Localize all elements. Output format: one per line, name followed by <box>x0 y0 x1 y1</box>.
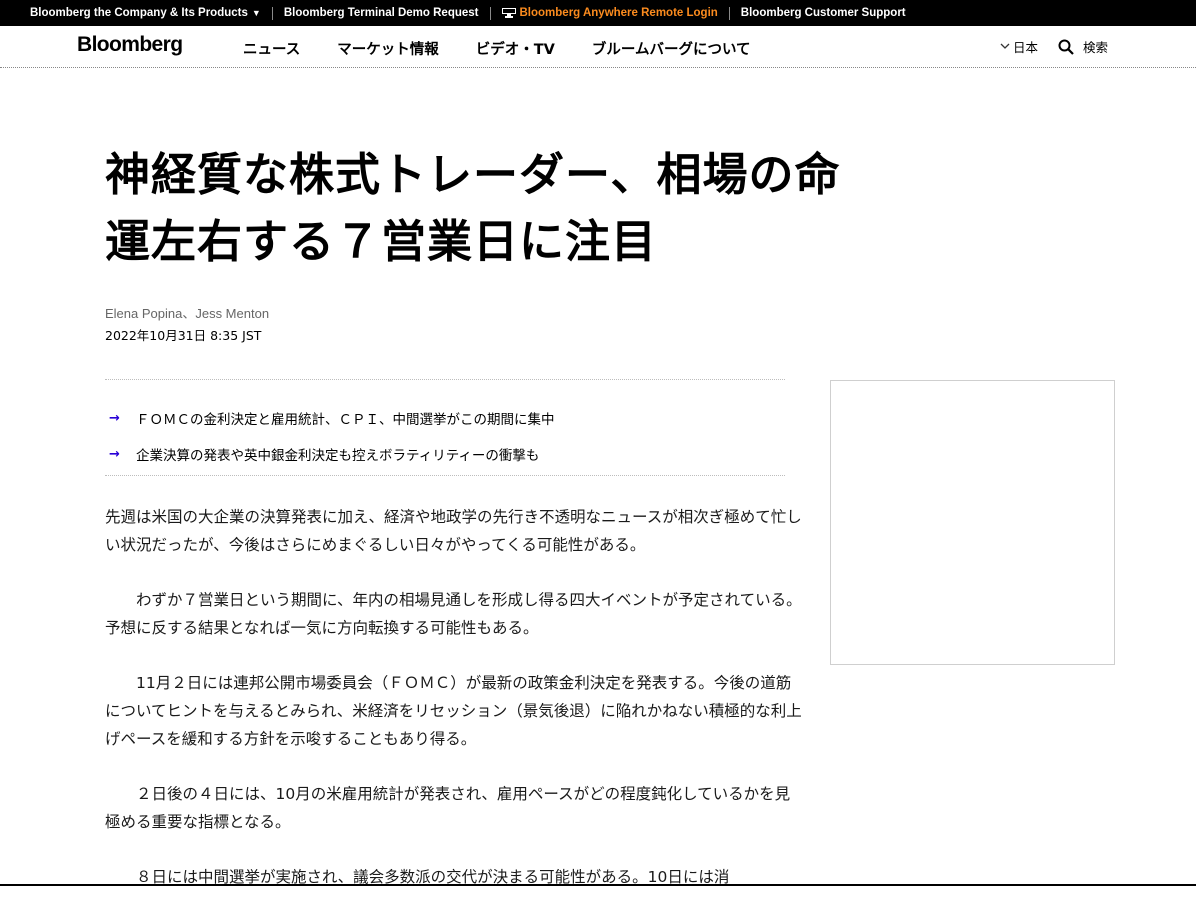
terminal-demo-link[interactable]: Bloomberg Terminal Demo Request <box>284 7 479 19</box>
headline-line: 運左右する７営業日に注目 <box>105 215 658 268</box>
search-icon <box>1058 39 1074 55</box>
article-body: 先週は米国の大企業の決算発表に加え、経済や地政学の先行き不透明なニュースが相次ぎ… <box>105 503 805 918</box>
anywhere-login-label: Bloomberg Anywhere Remote Login <box>519 7 718 19</box>
nav-links: ニュース マーケット情報 ビデオ・TV ブルームバーグについて <box>243 38 788 59</box>
article-paragraph: ８日には中間選挙が実施され、議会多数派の交代が決まる可能性がある。10日には消 <box>105 868 730 886</box>
nav-item-about[interactable]: ブルームバーグについて <box>592 38 751 59</box>
article-authors: Elena Popina、Jess Menton <box>105 306 270 321</box>
nav-item-news[interactable]: ニュース <box>243 38 300 59</box>
article-paragraph: 11月２日には連邦公開市場委員会（ＦＯＭＣ）が最新の政策金利決定を発表する。今後… <box>105 674 802 748</box>
arrow-right-icon: → <box>109 446 120 462</box>
bloomberg-logo[interactable]: Bloomberg <box>77 33 183 57</box>
summary-text: ＦＯＭＣの金利決定と雇用統計、ＣＰＩ、中間選挙がこの期間に集中 <box>136 412 555 428</box>
article-paragraph: ２日後の４日には、10月の米雇用統計が発表され、雇用ペースがどの程度鈍化している… <box>105 785 791 831</box>
summary-item: → 企業決算の発表や英中銀金利決定も控えボラティリティーの衝撃も <box>105 436 785 472</box>
nav-item-markets[interactable]: マーケット情報 <box>337 38 439 59</box>
divider <box>271 6 273 20</box>
article-headline: 神経質な株式トレーダー、相場の命 運左右する７営業日に注目 <box>105 141 1025 275</box>
nav-item-video-tv[interactable]: ビデオ・TV <box>476 38 555 59</box>
article-paragraph: わずか７営業日という期間に、年内の相場見通しを形成し得る四大イベントが予定されて… <box>105 591 802 637</box>
ad-placeholder <box>830 380 1115 665</box>
terminal-icon <box>501 8 516 18</box>
utility-bar: Bloomberg the Company & Its Products ▼ B… <box>0 0 1196 26</box>
company-products-link[interactable]: Bloomberg the Company & Its Products ▼ <box>30 7 261 19</box>
article-paragraph: 先週は米国の大企業の決算発表に加え、経済や地政学の先行き不透明なニュースが相次ぎ… <box>105 508 802 554</box>
arrow-right-icon: → <box>109 410 120 426</box>
edition-label: 日本 <box>1012 40 1038 55</box>
summary-item: → ＦＯＭＣの金利決定と雇用統計、ＣＰＩ、中間選挙がこの期間に集中 <box>105 400 785 436</box>
main-nav: Bloomberg ニュース マーケット情報 ビデオ・TV ブルームバーグについ… <box>0 26 1196 68</box>
chevron-down-icon <box>1000 43 1010 49</box>
nav-right: 日本 検索 <box>1000 37 1108 56</box>
anywhere-login-link[interactable]: Bloomberg Anywhere Remote Login <box>501 7 718 19</box>
summary-text: 企業決算の発表や英中銀金利決定も控えボラティリティーの衝撃も <box>136 448 540 464</box>
edition-selector[interactable]: 日本 <box>1000 37 1038 56</box>
caret-down-icon: ▼ <box>251 8 261 18</box>
search-button[interactable]: 検索 <box>1058 37 1108 56</box>
headline-line: 神経質な株式トレーダー、相場の命 <box>105 148 841 201</box>
article-date: 2022年10月31日 8:35 JST <box>105 328 262 343</box>
terminal-demo-label: Bloomberg Terminal Demo Request <box>283 7 479 19</box>
divider <box>489 6 491 20</box>
divider <box>728 6 730 20</box>
article-summary: → ＦＯＭＣの金利決定と雇用統計、ＣＰＩ、中間選挙がこの期間に集中 → 企業決算… <box>105 379 785 476</box>
search-label: 検索 <box>1082 40 1108 55</box>
customer-support-label: Bloomberg Customer Support <box>740 7 906 19</box>
customer-support-link[interactable]: Bloomberg Customer Support <box>741 7 906 19</box>
company-products-label: Bloomberg the Company & Its Products <box>30 7 248 19</box>
